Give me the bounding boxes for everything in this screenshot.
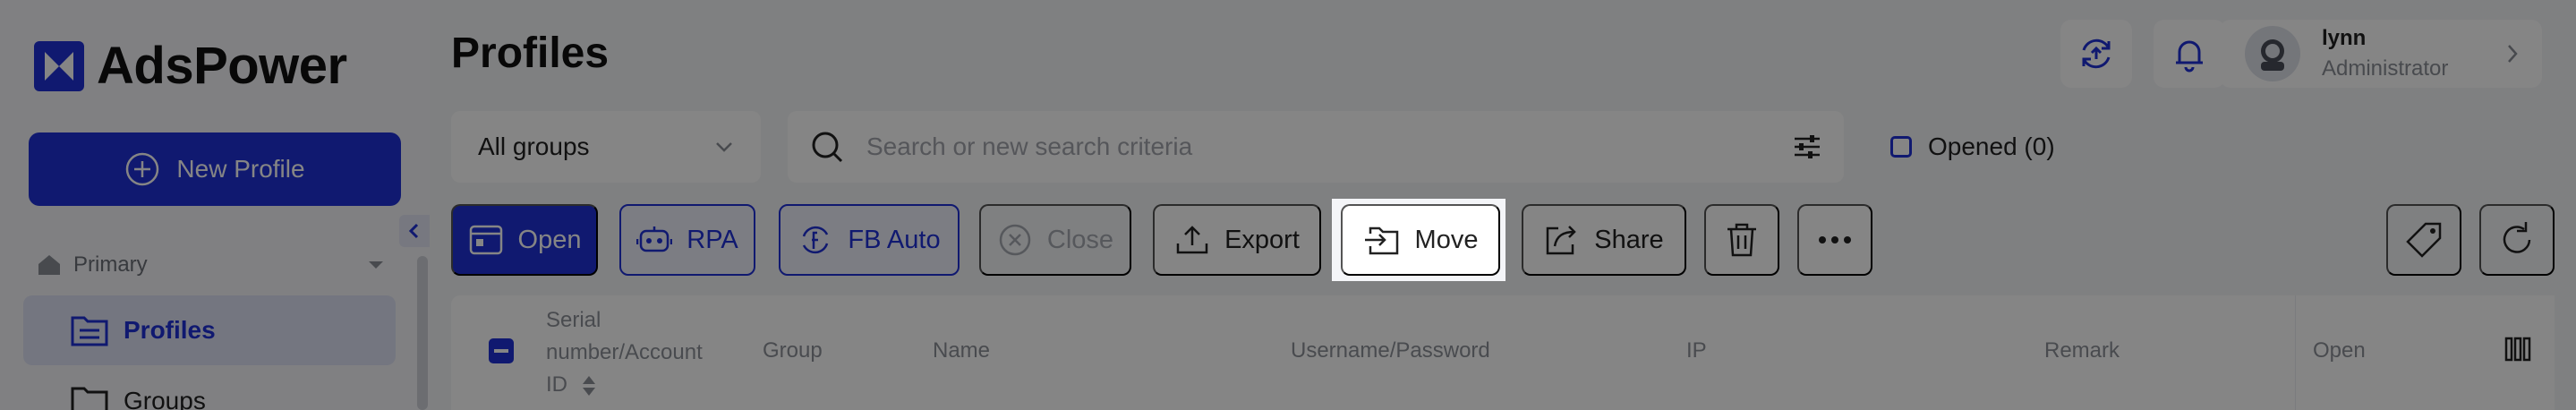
sidebar-item-label: Profiles [124, 316, 216, 344]
folder-list-icon [71, 316, 108, 346]
rpa-button[interactable]: RPA [619, 204, 755, 276]
tag-icon [2406, 222, 2442, 258]
fb-auto-button[interactable]: FB Auto [779, 204, 960, 276]
user-name: lynn [2322, 26, 2367, 50]
sidebar-section-primary[interactable]: Primary [36, 252, 385, 278]
avatar [2245, 26, 2300, 81]
sidebar-item-label: Groups [124, 387, 206, 410]
sidebar-collapse-button[interactable] [399, 215, 430, 247]
tag-button[interactable] [2386, 204, 2461, 276]
adspower-logo-icon [34, 40, 84, 91]
folder-icon [71, 387, 108, 410]
column-header-group: Group [763, 338, 823, 363]
sort-icon[interactable] [581, 374, 597, 397]
sidebar: AdsPower New Profile Primary Profiles Gr… [0, 0, 430, 410]
search-input[interactable] [866, 132, 1761, 161]
open-label: Open [517, 225, 582, 254]
export-label: Export [1224, 225, 1300, 254]
browser-window-icon [469, 225, 502, 255]
section-label: Primary [73, 252, 148, 277]
sidebar-item-profiles[interactable]: Profiles [23, 295, 396, 365]
column-label: Serial number/Account ID [546, 308, 703, 397]
opened-label: Opened (0) [1928, 132, 2055, 160]
close-button[interactable]: Close [979, 204, 1131, 276]
column-settings-icon[interactable] [2504, 337, 2531, 368]
group-select[interactable]: All groups [451, 111, 761, 183]
move-button[interactable]: Move [1341, 204, 1500, 276]
sync-icon [2082, 38, 2111, 69]
fb-auto-icon [803, 226, 829, 254]
new-profile-button[interactable]: New Profile [29, 132, 401, 206]
user-menu[interactable]: lynn Administrator [2220, 20, 2542, 88]
chevron-right-icon [2508, 45, 2518, 63]
close-label: Close [1046, 225, 1114, 254]
more-button[interactable] [1797, 204, 1872, 276]
close-circle-icon [999, 224, 1031, 256]
brand-name: AdsPower [97, 37, 347, 95]
group-select-value: All groups [478, 132, 590, 160]
column-header-open: Open [2313, 338, 2366, 363]
checkbox[interactable] [1890, 136, 1912, 158]
share-label: Share [1594, 225, 1664, 254]
notifications-button[interactable] [2154, 20, 2225, 88]
new-profile-label: New Profile [176, 155, 305, 183]
profiles-table-header: Serial number/Account ID Group Name User… [451, 295, 2555, 410]
refresh-icon [2503, 222, 2531, 253]
folder-move-icon [1364, 226, 1398, 255]
trash-icon [1727, 223, 1756, 257]
search-box [788, 111, 1844, 183]
share-button[interactable]: Share [1522, 204, 1686, 276]
sidebar-item-groups[interactable]: Groups [70, 383, 206, 410]
more-dots-icon [1819, 236, 1851, 243]
share-icon [1547, 226, 1577, 255]
filter-sliders-icon[interactable] [1792, 132, 1822, 161]
chevron-down-icon [716, 142, 732, 152]
column-header-remark: Remark [2044, 338, 2120, 363]
upload-icon [1176, 226, 1208, 254]
column-header-serial[interactable]: Serial number/Account ID [546, 304, 725, 401]
column-header-name: Name [933, 338, 991, 363]
column-header-username: Username/Password [1291, 338, 1490, 363]
robot-icon [636, 226, 673, 252]
refresh-button[interactable] [2479, 204, 2555, 276]
move-label: Move [1414, 225, 1479, 254]
column-header-ip: IP [1686, 338, 1707, 363]
opened-filter-checkbox[interactable]: Opened (0) [1890, 132, 2055, 161]
search-icon [812, 132, 843, 163]
open-button[interactable]: Open [451, 204, 598, 276]
user-role: Administrator [2322, 56, 2449, 81]
caret-down-icon [369, 261, 383, 269]
astronaut-avatar-icon [2261, 39, 2284, 71]
fb-auto-label: FB Auto [848, 225, 941, 254]
export-button[interactable]: Export [1153, 204, 1321, 276]
logo: AdsPower [34, 36, 347, 96]
minus-icon [494, 349, 508, 353]
select-all-checkbox[interactable] [489, 338, 514, 363]
main-panel: Profiles lynn Administrator All groups S… [430, 0, 2576, 410]
rpa-label: RPA [687, 225, 738, 254]
home-icon [38, 255, 60, 275]
sync-button[interactable] [2060, 20, 2132, 88]
bell-icon [2176, 40, 2203, 73]
sidebar-scrollbar[interactable] [417, 256, 428, 410]
delete-button[interactable] [1704, 204, 1779, 276]
plus-circle-icon [126, 152, 159, 186]
chevron-left-icon [408, 223, 419, 239]
page-title: Profiles [451, 30, 610, 77]
